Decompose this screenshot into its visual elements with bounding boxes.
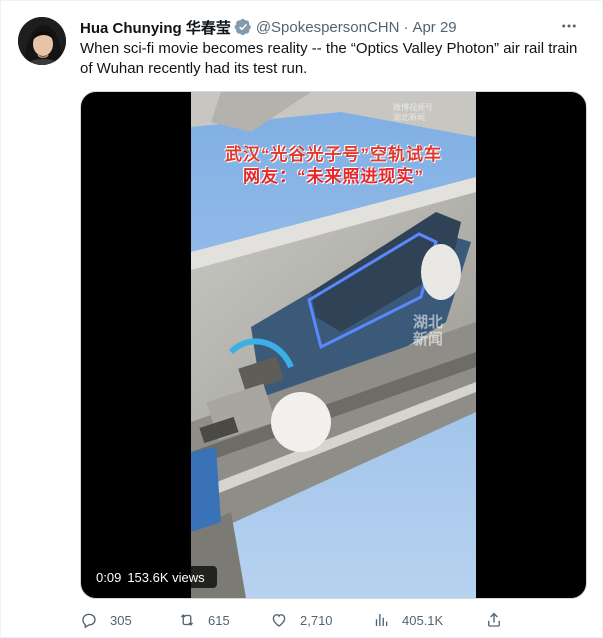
video-caption-line-2: 网友：“未来照进现实” xyxy=(243,167,424,186)
tweet-card[interactable]: Hua Chunying 华春莹 @SpokespersonCHN · Apr … xyxy=(0,0,603,638)
video-duration: 0:09 xyxy=(96,569,122,585)
share-icon xyxy=(488,612,500,627)
share-button[interactable] xyxy=(485,611,515,629)
verified-badge-icon[interactable] xyxy=(234,18,252,36)
avatar[interactable] xyxy=(18,17,66,65)
like-button[interactable]: 2,710 xyxy=(270,611,333,629)
author-name[interactable]: Hua Chunying 华春莹 xyxy=(80,17,231,38)
reply-count: 305 xyxy=(110,612,132,628)
reply-icon xyxy=(82,613,96,629)
video-player[interactable]: 微博视频号 湖北新闻 武汉“光谷光子号”空轨试车 网友：“未来照进现实” 湖北新… xyxy=(80,91,587,599)
heart-icon xyxy=(272,614,286,627)
tweet-header: Hua Chunying 华春莹 @SpokespersonCHN · Apr … xyxy=(80,16,582,38)
author-handle[interactable]: @SpokespersonCHN xyxy=(256,19,400,36)
views-icon xyxy=(375,614,388,626)
video-stats-badge: 0:09 153.6K views xyxy=(90,566,217,588)
views-button[interactable]: 405.1K xyxy=(372,611,443,629)
views-count: 405.1K xyxy=(402,612,444,628)
tweet-text: When sci-fi movie becomes reality -- the… xyxy=(80,40,578,77)
reply-button[interactable]: 305 xyxy=(80,611,132,629)
header-separator: · xyxy=(403,18,409,36)
video-watermark-side: 湖北新闻 xyxy=(413,314,444,348)
retweet-icon xyxy=(180,614,194,626)
video-watermark-top: 微博视频号 湖北新闻 xyxy=(393,103,433,122)
video-frame: 微博视频号 湖北新闻 武汉“光谷光子号”空轨试车 网友：“未来照进现实” 湖北新… xyxy=(191,92,476,598)
retweet-count: 615 xyxy=(208,612,230,628)
like-count: 2,710 xyxy=(300,612,333,628)
video-view-count: 153.6K views xyxy=(127,569,205,585)
tweet-actions: 305 615 2,710 405.1K xyxy=(80,608,585,632)
more-icon[interactable] xyxy=(558,15,580,37)
avatar-image xyxy=(18,17,66,65)
retweet-button[interactable]: 615 xyxy=(178,611,230,629)
tweet-date[interactable]: Apr 29 xyxy=(412,19,456,36)
